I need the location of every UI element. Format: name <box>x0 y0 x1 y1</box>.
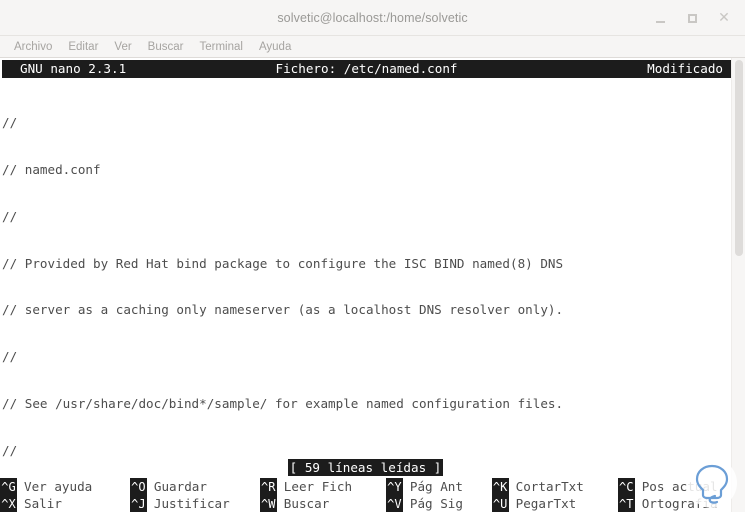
shortcut-cortar-txt[interactable]: ^K CortarTxt <box>491 478 618 495</box>
terminal-window: solvetic@localhost:/home/solvetic ✕ Arch… <box>0 0 745 512</box>
shortcut-guardar[interactable]: ^O Guardar <box>129 478 260 495</box>
shortcut-pos-actual[interactable]: ^C Pos actual <box>617 478 731 495</box>
scrollbar-thumb[interactable] <box>735 60 743 256</box>
shortcut-ver-ayuda[interactable]: ^G Ver ayuda <box>0 478 130 495</box>
nano-message-row: [ 59 líneas leídas ] <box>0 458 731 477</box>
maximize-icon[interactable] <box>677 3 707 33</box>
window-titlebar: solvetic@localhost:/home/solvetic ✕ <box>0 0 745 36</box>
nano-status-message: [ 59 líneas leídas ] <box>287 458 444 477</box>
shortcut-row-top: ^G Ver ayuda ^O Guardar ^R Leer Fich ^Y Pág … <box>0 478 731 495</box>
shortcut-label: Guardar <box>153 479 207 494</box>
shortcut-pag-sig[interactable]: ^V Pág Sig <box>385 495 492 512</box>
shortcut-label: Pos actual <box>641 479 718 494</box>
menu-item-terminal[interactable]: Terminal <box>191 41 250 53</box>
shortcut-label: PegarTxt <box>515 496 577 511</box>
shortcut-label: Pág Sig <box>409 496 463 511</box>
shortcut-key: ^W <box>259 495 277 512</box>
terminal-body[interactable]: GNU nano 2.3.1 Fichero: /etc/named.conf … <box>0 58 745 512</box>
nano-shortcut-bar: ^G Ver ayuda ^O Guardar ^R Leer Fich ^Y Pág … <box>0 478 731 512</box>
shortcut-key: ^U <box>491 495 509 512</box>
shortcut-label: Ortografía <box>641 496 718 511</box>
shortcut-label: Leer Fich <box>283 479 353 494</box>
shortcut-label: Buscar <box>283 496 330 511</box>
editor-line: // <box>2 442 18 458</box>
vertical-scrollbar[interactable] <box>731 58 745 512</box>
menu-item-ver[interactable]: Ver <box>106 41 139 53</box>
menu-item-buscar[interactable]: Buscar <box>140 41 192 53</box>
menu-item-archivo[interactable]: Archivo <box>6 41 60 53</box>
shortcut-pag-ant[interactable]: ^Y Pág Ant <box>385 478 492 495</box>
shortcut-buscar[interactable]: ^W Buscar <box>259 495 386 512</box>
shortcut-salir[interactable]: ^X Salir <box>0 495 130 512</box>
menu-item-editar[interactable]: Editar <box>60 41 106 53</box>
editor-line: // <box>2 349 18 365</box>
shortcut-label: Ver ayuda <box>24 479 93 494</box>
menu-item-ayuda[interactable]: Ayuda <box>251 41 299 53</box>
editor-line: // <box>2 115 18 131</box>
editor-text-area[interactable]: // // named.conf // // Provided by Red H… <box>0 82 731 460</box>
shortcut-leer-fich[interactable]: ^R Leer Fich <box>259 478 386 495</box>
editor-line: // See /usr/share/doc/bind*/sample/ for … <box>2 395 564 411</box>
shortcut-key: ^K <box>491 478 509 495</box>
shortcut-key: ^X <box>0 495 17 512</box>
shortcut-justificar[interactable]: ^J Justificar <box>129 495 260 512</box>
shortcut-label: Pág Ant <box>409 479 463 494</box>
shortcut-key: ^V <box>385 495 403 512</box>
nano-status-bar: GNU nano 2.3.1 Fichero: /etc/named.conf … <box>2 60 731 78</box>
window-controls: ✕ <box>645 0 739 36</box>
shortcut-row-bottom: ^X Salir ^J Justificar ^W Buscar ^V Pág Sig … <box>0 495 731 512</box>
shortcut-key: ^C <box>617 478 635 495</box>
nano-modified-badge: Modificado <box>647 61 723 77</box>
shortcut-key: ^G <box>0 478 17 495</box>
editor-line: // <box>2 208 18 224</box>
shortcut-label: Justificar <box>153 496 230 511</box>
shortcut-key: ^Y <box>385 478 403 495</box>
shortcut-label: Salir <box>24 496 62 511</box>
nano-version-label: GNU nano 2.3.1 <box>20 61 127 77</box>
window-title: solvetic@localhost:/home/solvetic <box>277 10 468 25</box>
menubar: Archivo Editar Ver Buscar Terminal Ayuda <box>0 36 745 58</box>
shortcut-label: CortarTxt <box>515 479 584 494</box>
editor-line: // Provided by Red Hat bind package to c… <box>2 255 564 271</box>
shortcut-key: ^O <box>129 478 147 495</box>
shortcut-key: ^R <box>259 478 277 495</box>
close-icon[interactable]: ✕ <box>709 3 739 33</box>
shortcut-pegar-txt[interactable]: ^U PegarTxt <box>491 495 618 512</box>
nano-filename-label: Fichero: /etc/named.conf <box>275 61 458 77</box>
shortcut-ortografia[interactable]: ^T Ortografía <box>617 495 731 512</box>
shortcut-key: ^J <box>129 495 147 512</box>
shortcut-key: ^T <box>617 495 635 512</box>
editor-line: // named.conf <box>2 161 101 177</box>
editor-line: // server as a caching only nameserver (… <box>2 302 564 318</box>
minimize-icon[interactable] <box>645 3 675 33</box>
